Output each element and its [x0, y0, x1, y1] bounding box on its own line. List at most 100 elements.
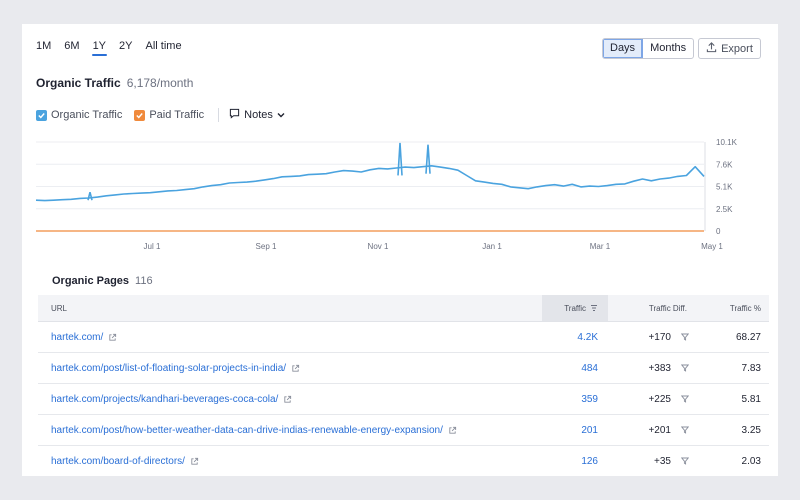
export-icon: [706, 41, 717, 56]
x-tick-label: Mar 1: [590, 242, 611, 251]
traffic-value-link[interactable]: 484: [581, 363, 598, 374]
traffic-diff-cell: +35: [608, 446, 703, 476]
filter-icon[interactable]: [681, 457, 689, 465]
legend-organic-traffic[interactable]: Organic Traffic: [36, 109, 122, 121]
table-row: hartek.com/post/how-better-weather-data-…: [38, 415, 769, 446]
filter-icon[interactable]: [681, 395, 689, 403]
notes-label: Notes: [244, 109, 273, 121]
traffic-header: Organic Traffic 6,178/month: [36, 76, 193, 90]
traffic-value-link[interactable]: 126: [581, 456, 598, 467]
traffic-diff-value: +201: [648, 424, 671, 436]
granularity-toggle: Days Months: [602, 38, 695, 59]
traffic-value-link[interactable]: 201: [581, 425, 598, 436]
export-label: Export: [721, 42, 753, 55]
export-button[interactable]: Export: [698, 38, 761, 59]
traffic-spike: [425, 144, 431, 174]
traffic-value-link[interactable]: 359: [581, 394, 598, 405]
y-tick-label: 2.5K: [716, 205, 733, 214]
y-tick-label: 0: [716, 227, 721, 236]
y-tick-label: 7.6K: [716, 160, 733, 169]
page-url-link[interactable]: hartek.com/post/list-of-floating-solar-p…: [51, 363, 286, 374]
traffic-value-link[interactable]: 4.2K: [577, 332, 598, 343]
traffic-pct-cell: 3.25: [741, 424, 761, 436]
x-tick-label: Nov 1: [368, 242, 389, 251]
table-row: hartek.com/4.2K +170 68.27: [38, 322, 769, 353]
months-button[interactable]: Months: [643, 39, 693, 58]
page-url-link[interactable]: hartek.com/: [51, 332, 103, 343]
external-link-icon[interactable]: [283, 395, 292, 404]
page-url-link[interactable]: hartek.com/board-of-directors/: [51, 456, 185, 467]
column-traffic[interactable]: Traffic: [542, 295, 608, 321]
traffic-cell: 4.2K: [542, 322, 608, 352]
y-tick-label: 5.1K: [716, 183, 733, 192]
column-traffic-diff[interactable]: Traffic Diff.: [608, 295, 703, 321]
y-tick-label: 10.1K: [716, 138, 738, 147]
traffic-diff-value: +383: [648, 362, 671, 374]
checkbox-checked-icon: [134, 109, 146, 121]
organic-pages-title: Organic Pages: [52, 275, 130, 287]
table-row: hartek.com/board-of-directors/126 +35 2.03: [38, 446, 769, 476]
notes-dropdown[interactable]: Notes: [218, 108, 285, 122]
traffic-pct-cell: 2.03: [741, 455, 761, 467]
url-cell: hartek.com/post/how-better-weather-data-…: [38, 415, 542, 445]
external-link-icon[interactable]: [108, 333, 117, 342]
organic-pages-table: URL Traffic Traffic Diff. Traffic % hart…: [38, 295, 769, 476]
range-tab-2y[interactable]: 2Y: [119, 40, 132, 56]
organic-traffic-chart: 10.1K 7.6K 5.1K 2.5K 0 Jul 1 Sep 1 Nov 1 Jan 1 Ma…: [35, 138, 738, 251]
date-range-tabs: 1M 6M 1Y 2Y All time: [36, 40, 195, 56]
external-link-icon[interactable]: [190, 457, 199, 466]
legend-paid-traffic[interactable]: Paid Traffic: [134, 109, 204, 121]
external-link-icon[interactable]: [448, 426, 457, 435]
url-cell: hartek.com/projects/kandhari-beverages-c…: [38, 384, 542, 414]
organic-pages-count: 116: [135, 275, 153, 287]
x-tick-label: Sep 1: [256, 242, 277, 251]
traffic-pct-cell: 7.83: [741, 362, 761, 374]
column-traffic-label: Traffic: [564, 303, 586, 313]
traffic-diff-value: +35: [654, 455, 671, 467]
filter-icon[interactable]: [681, 426, 689, 434]
x-tick-label: May 1: [701, 242, 723, 251]
traffic-diff-cell: +225: [608, 384, 703, 414]
comment-icon: [229, 108, 240, 122]
sort-icon: [590, 304, 598, 312]
url-cell: hartek.com/post/list-of-floating-solar-p…: [38, 353, 542, 383]
organic-traffic-line: [35, 165, 705, 202]
traffic-diff-cell: +383: [608, 353, 703, 383]
traffic-diff-cell: +170: [608, 322, 703, 352]
range-tab-1y[interactable]: 1Y: [91, 40, 108, 56]
page-url-link[interactable]: hartek.com/post/how-better-weather-data-…: [51, 425, 443, 436]
table-body: hartek.com/4.2K +170 68.27 hartek.com/post/…: [38, 322, 769, 476]
filter-icon[interactable]: [681, 364, 689, 372]
traffic-cell: 201: [542, 415, 608, 445]
column-url: URL: [51, 303, 68, 313]
traffic-per-month: 6,178/month: [126, 76, 194, 90]
x-tick-label: Jul 1: [144, 242, 161, 251]
days-button[interactable]: Days: [603, 39, 644, 58]
traffic-cell: 359: [542, 384, 608, 414]
column-traffic-diff-label: Traffic Diff.: [648, 303, 687, 313]
x-tick-label: Jan 1: [482, 242, 502, 251]
url-cell: hartek.com/: [38, 322, 542, 352]
page-url-link[interactable]: hartek.com/projects/kandhari-beverages-c…: [51, 394, 278, 405]
filter-icon[interactable]: [681, 333, 689, 341]
range-tab-6m[interactable]: 6M: [64, 40, 79, 56]
traffic-pct-cell: 5.81: [741, 393, 761, 405]
traffic-pct-cell: 68.27: [735, 331, 761, 343]
traffic-spike: [397, 142, 403, 176]
organic-pages-header: Organic Pages 116: [52, 275, 153, 287]
external-link-icon[interactable]: [291, 364, 300, 373]
traffic-diff-value: +225: [648, 393, 671, 405]
table-row: hartek.com/post/list-of-floating-solar-p…: [38, 353, 769, 384]
url-cell: hartek.com/board-of-directors/: [38, 446, 542, 476]
traffic-diff-cell: +201: [608, 415, 703, 445]
traffic-cell: 484: [542, 353, 608, 383]
legend-paid-label: Paid Traffic: [149, 109, 205, 121]
range-tab-all-time[interactable]: All time: [146, 40, 182, 56]
traffic-cell: 126: [542, 446, 608, 476]
organic-traffic-card: 1M 6M 1Y 2Y All time Days Months Export …: [22, 24, 778, 476]
checkbox-checked-icon: [36, 109, 47, 121]
range-tab-1m[interactable]: 1M: [36, 40, 51, 56]
column-traffic-pct[interactable]: Traffic %: [703, 295, 769, 321]
traffic-diff-value: +170: [648, 331, 671, 343]
legend-organic-label: Organic Traffic: [51, 109, 123, 121]
